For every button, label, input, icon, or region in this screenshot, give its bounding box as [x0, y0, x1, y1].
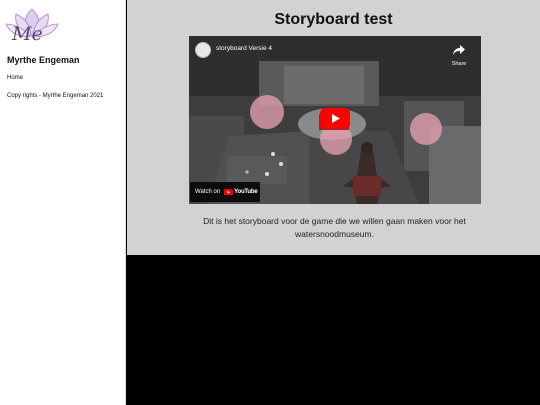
youtube-video-embed[interactable]: storyboard Versie 4 Share Watch on YouTu… — [189, 36, 481, 204]
page-title: Storyboard test — [274, 11, 393, 28]
youtube-logo: YouTube — [224, 188, 258, 196]
logo-text: Me — [11, 23, 43, 45]
footer-black-area — [127, 255, 540, 405]
site-name[interactable]: Myrthe Engeman — [7, 55, 80, 65]
nav-link-home[interactable]: Home — [7, 75, 23, 81]
youtube-wordmark: YouTube — [234, 189, 258, 195]
watch-on-label: Watch on — [195, 189, 221, 195]
play-button[interactable] — [320, 108, 350, 129]
sidebar: Me Myrthe Engeman Home Copy rights - Myr… — [0, 0, 126, 405]
share-button[interactable]: Share — [449, 42, 469, 67]
content-area: Storyboard test storyboard Versie 4 Shar… — [127, 0, 540, 255]
description-text: Dit is het storyboard voor de game die w… — [203, 216, 466, 239]
logo-lotus-icon[interactable]: Me — [4, 6, 60, 46]
youtube-play-icon — [320, 108, 350, 129]
channel-avatar[interactable] — [195, 42, 211, 58]
share-arrow-icon — [453, 45, 465, 55]
video-title[interactable]: storyboard Versie 4 — [216, 45, 272, 52]
watch-on-youtube-button[interactable]: Watch on YouTube — [190, 182, 260, 202]
youtube-logo-icon — [224, 188, 234, 196]
share-label: Share — [451, 61, 467, 67]
copyright-text: Copy rights - Myrthe Engeman 2021 — [7, 93, 104, 99]
